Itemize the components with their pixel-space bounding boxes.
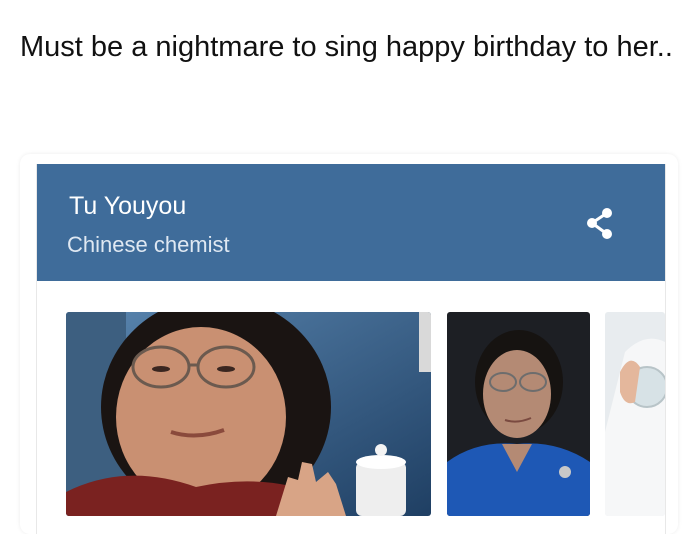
knowledge-card-body: Tu Youyou Chinese chemist bbox=[36, 164, 666, 534]
portrait-photo-1[interactable] bbox=[66, 312, 431, 516]
knowledge-card-header: Tu Youyou Chinese chemist bbox=[37, 164, 665, 281]
share-icon[interactable] bbox=[580, 204, 620, 244]
portrait-photo-2[interactable] bbox=[447, 312, 590, 516]
lab-photo[interactable] bbox=[605, 312, 665, 516]
entity-subtitle: Chinese chemist bbox=[67, 232, 230, 257]
post-caption: Must be a nightmare to sing happy birthd… bbox=[20, 31, 673, 63]
entity-title: Tu Youyou bbox=[69, 192, 187, 220]
knowledge-card: Tu Youyou Chinese chemist bbox=[20, 154, 678, 534]
